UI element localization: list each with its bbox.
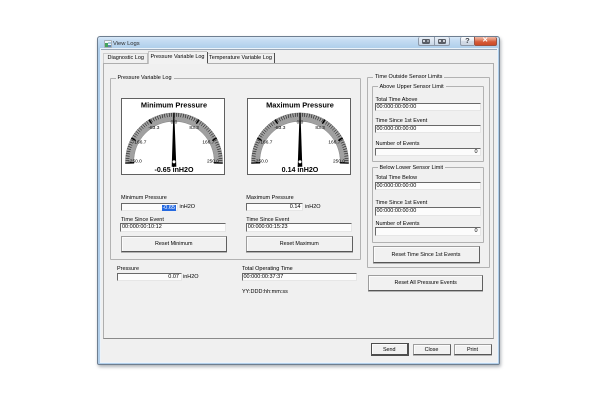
svg-text:166.7: 166.7 (328, 140, 340, 146)
svg-text:-250.0: -250.0 (128, 159, 142, 165)
svg-text:250.0: 250.0 (333, 159, 345, 165)
svg-text:Maximum Pressure: Maximum Pressure (266, 101, 334, 110)
svg-text:-83.3: -83.3 (274, 125, 285, 131)
svg-text:0.14 inH2O: 0.14 inH2O (281, 166, 318, 174)
svg-text:83.3: 83.3 (315, 125, 325, 131)
svg-text:-250.0: -250.0 (254, 159, 268, 165)
svg-text:250.0: 250.0 (207, 159, 219, 165)
svg-text:-83.3: -83.3 (148, 125, 159, 131)
svg-text:Minimum Pressure: Minimum Pressure (141, 101, 207, 110)
svg-text:166.7: 166.7 (202, 140, 214, 146)
svg-text:-166.7: -166.7 (258, 140, 272, 146)
svg-text:-0.65 inH2O: -0.65 inH2O (154, 166, 194, 174)
svg-text:-166.7: -166.7 (133, 140, 147, 146)
svg-text:83.3: 83.3 (189, 125, 199, 131)
